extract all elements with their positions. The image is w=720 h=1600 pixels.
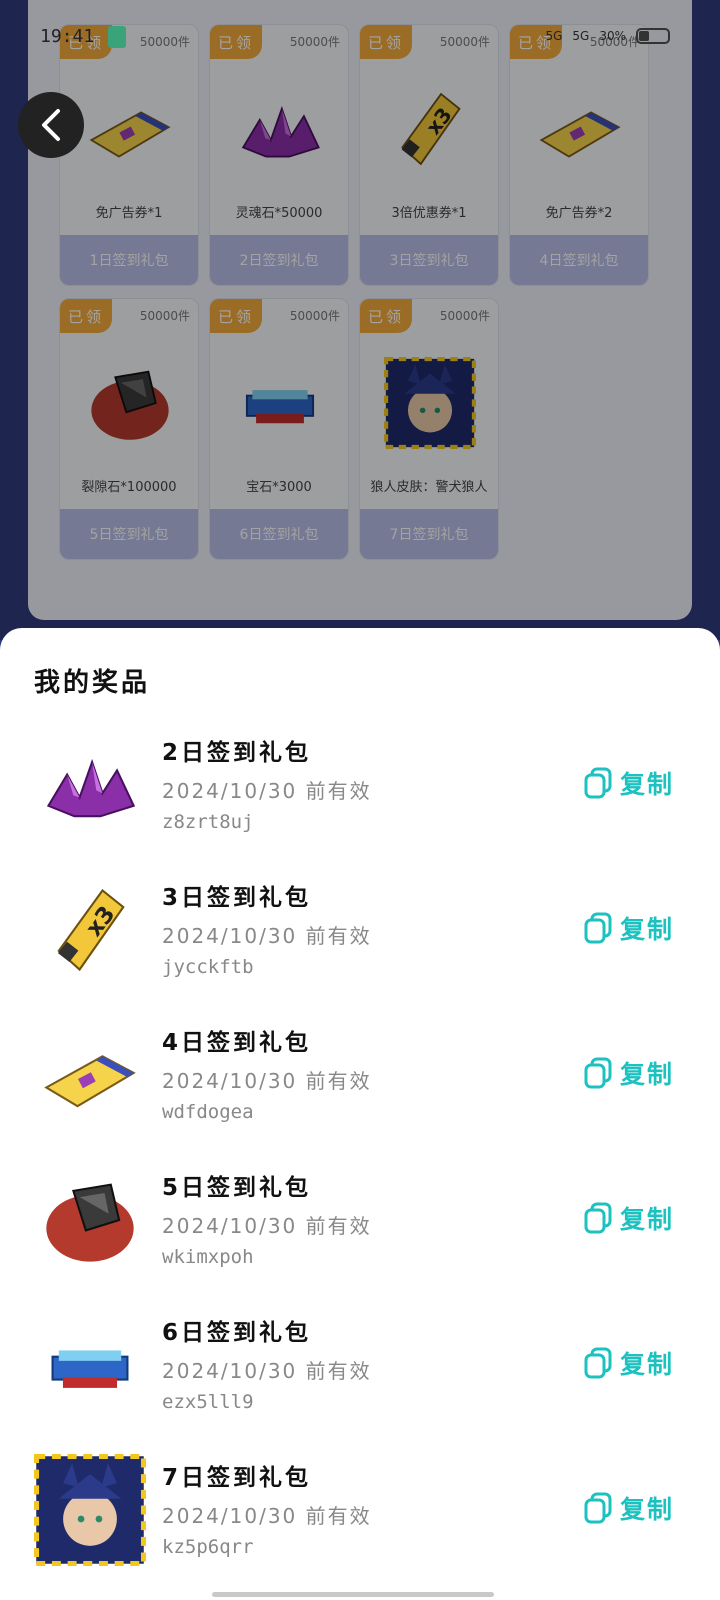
dim-overlay[interactable] <box>0 0 720 640</box>
copy-icon <box>584 1347 612 1379</box>
prize-item: 6日签到礼包 2024/10/30 前有效 ezx5lll9 复制 <box>0 1293 720 1438</box>
prize-name: 7日签到礼包 <box>162 1465 312 1491</box>
prize-item: 4日签到礼包 2024/10/30 前有效 wdfdogea 复制 <box>0 1003 720 1148</box>
copy-button[interactable]: 复制 <box>584 763 674 803</box>
prize-name: 6日签到礼包 <box>162 1320 312 1346</box>
prize-name: 5日签到礼包 <box>162 1175 312 1201</box>
copy-label: 复制 <box>620 915 675 944</box>
gem-chest-icon <box>30 1305 150 1425</box>
copy-icon <box>584 767 612 799</box>
copy-button[interactable]: 复制 <box>584 1198 674 1238</box>
my-prizes-sheet: 我的奖品 2日签到礼包 2024/10/30 前有效 z8zrt8uj 复制 x… <box>0 628 720 1600</box>
copy-icon <box>584 1492 612 1524</box>
prize-item: 2日签到礼包 2024/10/30 前有效 z8zrt8uj 复制 <box>0 728 720 858</box>
rift-stone-icon <box>30 1160 150 1280</box>
prize-name: 2日签到礼包 <box>162 740 312 766</box>
battery-percent: 30% <box>599 29 626 43</box>
copy-icon <box>584 912 612 944</box>
prize-name: 4日签到礼包 <box>162 1030 312 1056</box>
prize-code: ezx5lll9 <box>162 1391 254 1413</box>
prize-code: z8zrt8uj <box>162 811 254 833</box>
copy-icon <box>584 1057 612 1089</box>
app-notification-icon <box>108 26 126 48</box>
werewolf-skin-icon <box>30 1450 150 1570</box>
copy-button[interactable]: 复制 <box>584 1053 674 1093</box>
prize-code: kz5p6qrr <box>162 1536 254 1558</box>
prize-validity: 2024/10/30 前有效 <box>162 924 372 948</box>
status-time: 19:41 <box>40 26 95 47</box>
prize-validity: 2024/10/30 前有效 <box>162 779 372 803</box>
prize-item: 7日签到礼包 2024/10/30 前有效 kz5p6qrr 复制 <box>0 1438 720 1578</box>
prize-code: wkimxpoh <box>162 1246 254 1268</box>
ticket-icon <box>30 1015 150 1135</box>
crystal-icon <box>30 728 150 845</box>
prize-code: jycckftb <box>162 956 254 978</box>
prize-item: x3 3日签到礼包 2024/10/30 前有效 jycckftb 复制 <box>0 858 720 1003</box>
copy-label: 复制 <box>620 770 675 799</box>
prize-validity: 2024/10/30 前有效 <box>162 1504 372 1528</box>
status-indicators: 5G 5G 30% <box>545 28 670 44</box>
copy-icon <box>584 1202 612 1234</box>
x3-ticket-icon: x3 <box>30 870 150 990</box>
prize-name: 3日签到礼包 <box>162 885 312 911</box>
back-button[interactable] <box>18 92 84 158</box>
battery-icon <box>636 28 670 44</box>
home-indicator[interactable] <box>212 1592 494 1597</box>
copy-label: 复制 <box>620 1205 675 1234</box>
network-5g-left: 5G <box>545 29 563 43</box>
prize-validity: 2024/10/30 前有效 <box>162 1214 372 1238</box>
network-5g-right: 5G <box>572 29 590 43</box>
prize-validity: 2024/10/30 前有效 <box>162 1359 372 1383</box>
copy-button[interactable]: 复制 <box>584 1343 674 1383</box>
chevron-left-icon <box>42 109 60 141</box>
prize-list[interactable]: 2日签到礼包 2024/10/30 前有效 z8zrt8uj 复制 x3 3日签… <box>0 728 720 1578</box>
copy-label: 复制 <box>620 1495 675 1524</box>
copy-label: 复制 <box>620 1060 675 1089</box>
status-bar: 19:41 5G 5G 30% <box>0 22 720 56</box>
sheet-title: 我的奖品 <box>34 668 151 698</box>
copy-button[interactable]: 复制 <box>584 908 674 948</box>
copy-button[interactable]: 复制 <box>584 1488 674 1528</box>
copy-label: 复制 <box>620 1350 675 1379</box>
prize-validity: 2024/10/30 前有效 <box>162 1069 372 1093</box>
prize-item: 5日签到礼包 2024/10/30 前有效 wkimxpoh 复制 <box>0 1148 720 1293</box>
prize-code: wdfdogea <box>162 1101 254 1123</box>
